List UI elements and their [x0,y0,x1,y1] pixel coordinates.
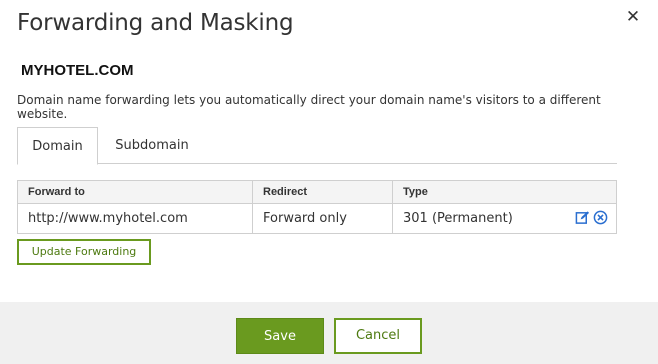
header-forward-to: Forward to [18,181,253,203]
forwarding-dialog: Forwarding and Masking ✕ MYHOTEL.COM Dom… [0,0,658,364]
row-actions [575,210,608,226]
tab-divider [17,163,617,164]
table-row: http://www.myhotel.com Forward only 301 … [18,204,616,233]
description-text: Domain name forwarding lets you automati… [17,93,601,121]
update-forwarding-button[interactable]: Update Forwarding [17,239,151,265]
remove-icon[interactable] [593,210,608,225]
forwarding-table: Forward to Redirect Type http://www.myho… [17,180,617,234]
save-button[interactable]: Save [236,318,324,354]
header-type: Type [403,186,428,198]
header-redirect: Redirect [253,181,393,203]
dialog-footer: Save Cancel [0,302,658,364]
table-header-row: Forward to Redirect Type [18,181,616,204]
tab-subdomain[interactable]: Subdomain [107,127,197,163]
dialog-title: Forwarding and Masking [17,10,294,36]
cell-type-text: 301 (Permanent) [403,211,513,226]
cell-redirect: Forward only [253,204,393,233]
cell-forward-to: http://www.myhotel.com [18,204,253,233]
edit-icon[interactable] [575,210,590,225]
domain-name: MYHOTEL.COM [21,62,134,79]
tab-domain[interactable]: Domain [17,127,98,165]
cell-type: 301 (Permanent) [393,204,616,233]
tab-bar: Domain Subdomain [17,127,617,165]
close-icon[interactable]: ✕ [622,6,644,28]
cancel-button[interactable]: Cancel [334,318,422,354]
